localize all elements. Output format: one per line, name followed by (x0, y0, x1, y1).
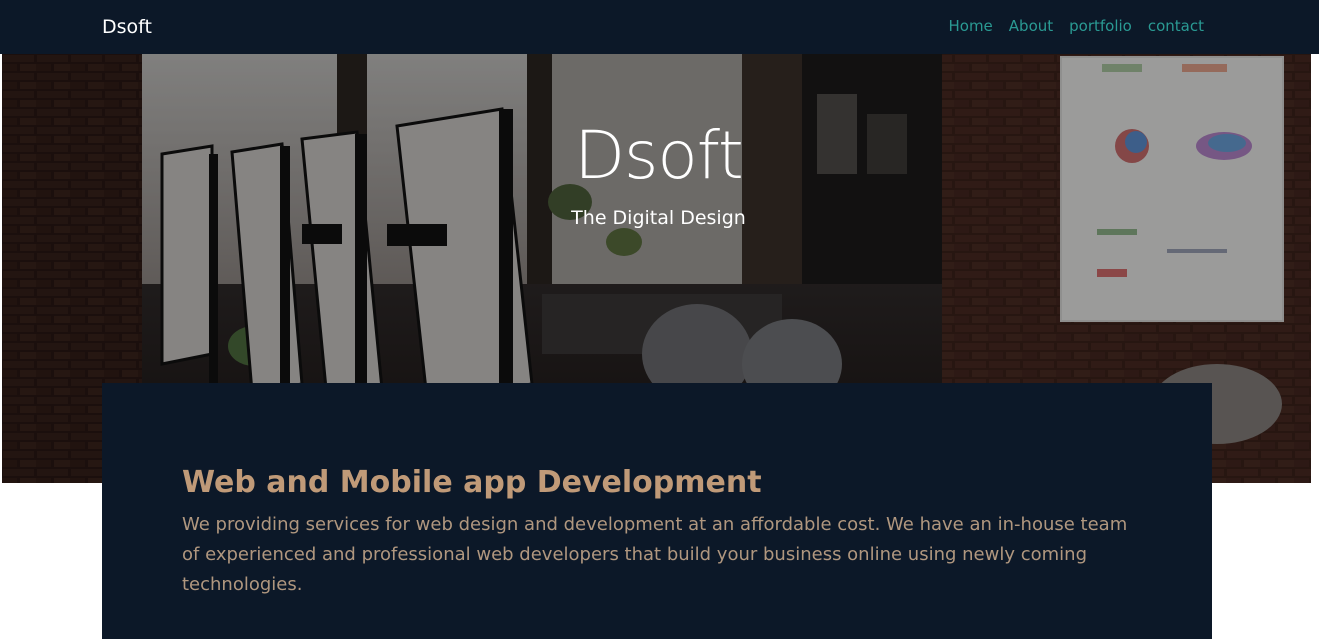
hero-title: Dsoft (574, 117, 744, 194)
brand-logo-link[interactable]: Dsoft (102, 14, 152, 40)
nav-link-portfolio[interactable]: portfolio (1069, 16, 1132, 36)
top-navbar: Dsoft Home About portfolio contact (0, 0, 1319, 54)
service-description: We providing services for web design and… (182, 514, 1128, 595)
nav-link-contact[interactable]: contact (1148, 16, 1204, 36)
nav-link-about[interactable]: About (1009, 16, 1053, 36)
nav-link-home[interactable]: Home (948, 16, 992, 36)
hero-subtitle: The Digital Design (571, 207, 746, 229)
nav-links: Home About portfolio contact (948, 16, 1204, 36)
service-heading: Web and Mobile app Development (182, 465, 762, 500)
service-card: Web and Mobile app Development We provid… (102, 383, 1212, 639)
